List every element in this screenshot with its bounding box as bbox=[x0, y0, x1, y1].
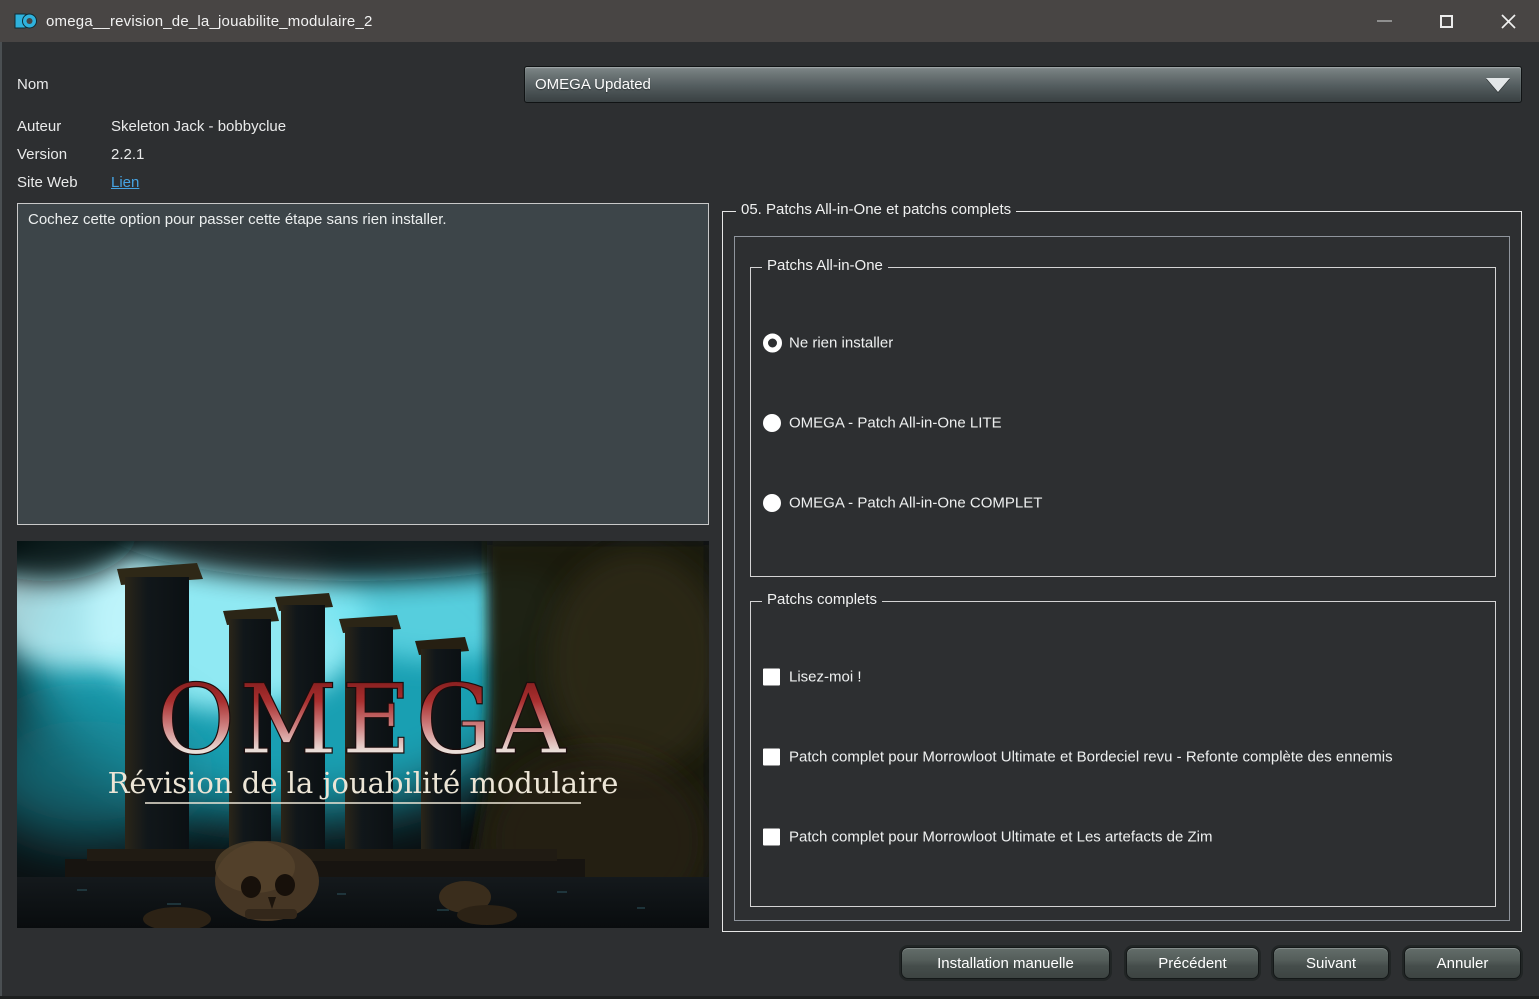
description-text: Cochez cette option pour passer cette ét… bbox=[28, 211, 447, 228]
checkbox-icon[interactable] bbox=[763, 748, 780, 766]
group-patchs-all-in-one: Patchs All-in-One Ne rien installer OMEG… bbox=[750, 257, 1496, 577]
image-subtitle-text: Révision de la jouabilité modulaire bbox=[108, 766, 619, 800]
version-value: 2.2.1 bbox=[111, 146, 145, 163]
maximize-button[interactable] bbox=[1415, 0, 1477, 42]
window-left-edge bbox=[0, 42, 2, 999]
option-lisez-moi[interactable]: Lisez-moi ! bbox=[751, 664, 1495, 690]
close-icon bbox=[1500, 13, 1516, 29]
options-scroll-area[interactable]: Patchs All-in-One Ne rien installer OMEG… bbox=[734, 236, 1510, 921]
website-label: Site Web bbox=[17, 174, 78, 191]
next-button[interactable]: Suivant bbox=[1273, 947, 1389, 979]
previous-button[interactable]: Précédent bbox=[1126, 947, 1259, 979]
radio-icon[interactable] bbox=[763, 494, 781, 512]
group-patchs-complets: Patchs complets Lisez-moi ! Patch comple… bbox=[750, 591, 1496, 907]
option-label: Ne rien installer bbox=[789, 334, 894, 352]
fomod-installer-window: omega__revision_de_la_jouabilite_modulai… bbox=[0, 0, 1539, 999]
group1-title: Patchs All-in-One bbox=[762, 257, 888, 274]
radio-icon[interactable] bbox=[763, 333, 782, 353]
window-title: omega__revision_de_la_jouabilite_modulai… bbox=[46, 12, 373, 30]
image-title-text: OMEGA bbox=[156, 664, 569, 776]
radio-icon[interactable] bbox=[763, 414, 781, 432]
mod-name-value: OMEGA Updated bbox=[535, 76, 651, 93]
description-box[interactable]: Cochez cette option pour passer cette ét… bbox=[17, 203, 709, 525]
mod-preview-image[interactable]: OMEGA Révision de la jouabilité modulair… bbox=[0, 461, 727, 931]
window-controls bbox=[1353, 0, 1539, 42]
option-label: Patch complet pour Morrowloot Ultimate e… bbox=[789, 828, 1213, 846]
mod-image-art: OMEGA Révision de la jouabilité modulair… bbox=[0, 461, 727, 931]
group2-title: Patchs complets bbox=[762, 591, 883, 608]
checkbox-icon[interactable] bbox=[763, 668, 780, 686]
maximize-icon bbox=[1439, 14, 1453, 28]
manual-install-button[interactable]: Installation manuelle bbox=[901, 947, 1110, 979]
cancel-button[interactable]: Annuler bbox=[1404, 947, 1521, 979]
version-label: Version bbox=[17, 146, 68, 163]
name-label: Nom bbox=[17, 76, 49, 93]
option-patch-aio-complet[interactable]: OMEGA - Patch All-in-One COMPLET bbox=[751, 490, 1495, 516]
minimize-button[interactable] bbox=[1353, 0, 1415, 42]
mod-organizer-icon bbox=[13, 12, 37, 30]
option-patch-mlu-bordeciel[interactable]: Patch complet pour Morrowloot Ultimate e… bbox=[751, 744, 1495, 770]
author-label: Auteur bbox=[17, 118, 62, 135]
step-title: 05. Patchs All-in-One et patchs complets bbox=[736, 201, 1017, 218]
checkbox-icon[interactable] bbox=[763, 828, 780, 846]
author-value: Skeleton Jack - bobbyclue bbox=[111, 118, 287, 135]
option-patch-mlu-zim[interactable]: Patch complet pour Morrowloot Ultimate e… bbox=[751, 824, 1495, 850]
option-patch-aio-lite[interactable]: OMEGA - Patch All-in-One LITE bbox=[751, 410, 1495, 436]
close-button[interactable] bbox=[1477, 0, 1539, 42]
option-ne-rien-installer[interactable]: Ne rien installer bbox=[751, 330, 1495, 356]
option-label: Lisez-moi ! bbox=[789, 668, 862, 686]
option-label: OMEGA - Patch All-in-One COMPLET bbox=[789, 494, 1043, 512]
minimize-icon bbox=[1376, 20, 1392, 22]
mod-name-select[interactable]: OMEGA Updated bbox=[524, 66, 1522, 103]
option-label: OMEGA - Patch All-in-One LITE bbox=[789, 414, 1002, 432]
step-groupbox: 05. Patchs All-in-One et patchs complets… bbox=[722, 201, 1522, 932]
option-label: Patch complet pour Morrowloot Ultimate e… bbox=[789, 748, 1393, 766]
titlebar[interactable]: omega__revision_de_la_jouabilite_modulai… bbox=[0, 0, 1539, 42]
chevron-down-icon bbox=[1486, 78, 1510, 92]
website-link[interactable]: Lien bbox=[111, 174, 139, 191]
